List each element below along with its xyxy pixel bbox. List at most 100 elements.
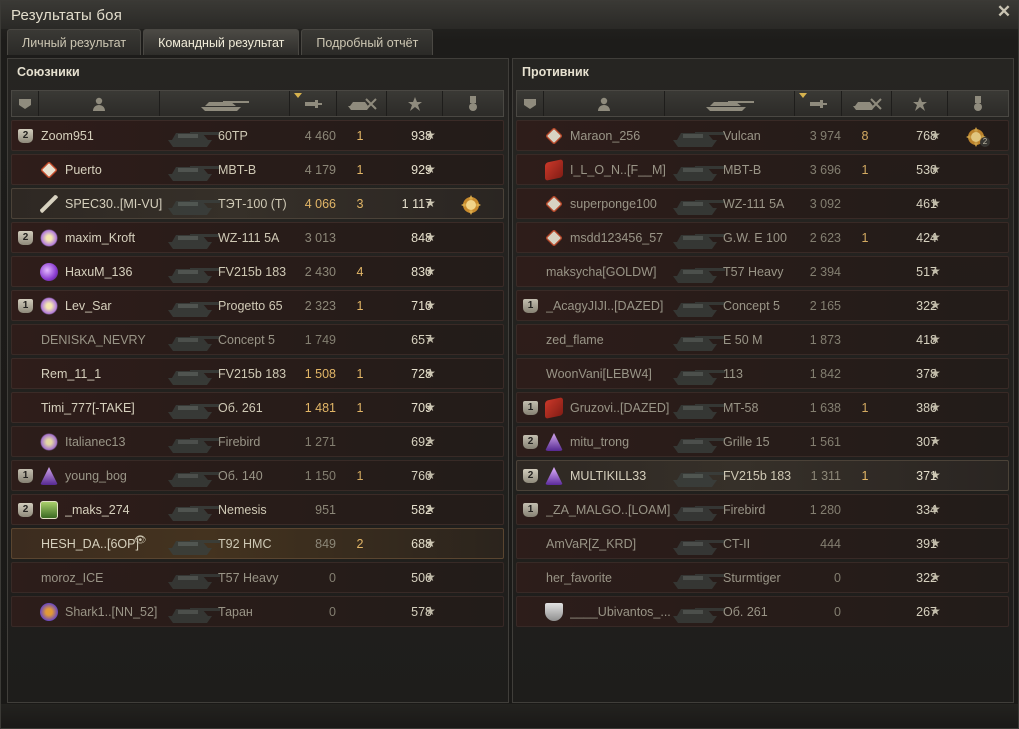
tank-image xyxy=(667,530,729,558)
damage-value: 1 280 xyxy=(809,503,841,517)
frags-header-icon[interactable] xyxy=(337,91,388,116)
player-row[interactable]: 1 Gruzovi..[DAZED] MT-58 1 638 1 386 ★ xyxy=(516,392,1009,423)
squad-header-icon[interactable] xyxy=(517,91,544,116)
player-name: mitu_trong xyxy=(570,435,630,449)
player-row[interactable]: HESH_DA..[6OP] 👁 T92 HMC 849 2 688 ★ xyxy=(11,528,504,559)
player-row[interactable]: Rem_11_1 FV215b 183 1 508 1 728 ★ xyxy=(11,358,504,389)
star-icon: ★ xyxy=(930,570,941,584)
frags-value: 1 xyxy=(356,163,364,177)
damage-value: 1 638 xyxy=(809,401,841,415)
player-name: Timi_777[-TAKE] xyxy=(41,401,135,415)
player-header-icon[interactable] xyxy=(39,91,161,116)
player-row[interactable]: AmVaR[Z_KRD] CT-II 444 391 ★ xyxy=(516,528,1009,559)
star-icon: ★ xyxy=(425,366,436,380)
frags-header-icon[interactable] xyxy=(842,91,893,116)
allies-list: 2 Zoom951 60TP 4 460 1 938 ★ Puerto MBT-B 4 179 1 9… xyxy=(11,120,504,630)
tank-image xyxy=(162,530,224,558)
tab-personal-result[interactable]: Личный результат xyxy=(7,29,142,55)
player-row[interactable]: Shark1..[NN_52] Таран 0 578 ★ xyxy=(11,596,504,627)
damage-value: 1 508 xyxy=(304,367,336,381)
squad-badge: 1 xyxy=(18,299,33,313)
player-row[interactable]: 2 MULTIKILL33 FV215b 183 1 311 1 371 ★ xyxy=(516,460,1009,491)
damage-value: 1 271 xyxy=(304,435,336,449)
player-row[interactable]: 1 _ZA_MALGO..[LOAM] Firebird 1 280 334 ★ xyxy=(516,494,1009,525)
damage-value: 3 696 xyxy=(809,163,841,177)
player-row[interactable]: Italianec13 Firebird 1 271 692 ★ xyxy=(11,426,504,457)
player-row[interactable]: Maraon_256 Vulcan 3 974 8 768 ★ 2 xyxy=(516,120,1009,151)
player-row[interactable]: superponge100 WZ-111 5A 3 092 461 ★ xyxy=(516,188,1009,219)
xp-header-icon[interactable] xyxy=(892,91,949,116)
player-name: AmVaR[Z_KRD] xyxy=(546,537,637,551)
squad-badge: 2 xyxy=(18,129,33,143)
clan-emblem-icon xyxy=(40,195,58,213)
tank-image xyxy=(667,564,729,592)
player-row[interactable]: HaxuM_136 FV215b 183 2 430 4 830 ★ xyxy=(11,256,504,287)
squad-header-icon[interactable] xyxy=(12,91,39,116)
xp-header-icon[interactable] xyxy=(387,91,444,116)
tank-image xyxy=(162,292,224,320)
player-row[interactable]: 1 _AcagyJIJI..[DAZED] Concept 52 165 322 ★ xyxy=(516,290,1009,321)
star-icon: ★ xyxy=(930,332,941,346)
spotted-eye-icon: 👁 xyxy=(134,535,147,546)
player-name: _maks_274 xyxy=(65,503,130,517)
tank-image xyxy=(667,122,729,150)
player-row[interactable]: 2 _maks_274 Nemesis 951 582 ★ xyxy=(11,494,504,525)
allies-title: Союзники xyxy=(17,65,80,79)
clan-emblem-icon xyxy=(545,159,563,181)
damage-value: 1 873 xyxy=(809,333,841,347)
tank-header-icon[interactable] xyxy=(665,91,795,116)
player-row[interactable]: DENISKA_NEVRY Concept 51 749 657 ★ xyxy=(11,324,504,355)
player-name: maksycha[GOLDW] xyxy=(546,265,657,279)
player-name: Rem_11_1 xyxy=(41,367,102,381)
player-row[interactable]: Puerto MBT-B 4 179 1 929 ★ xyxy=(11,154,504,185)
medal-header-icon[interactable] xyxy=(948,91,1008,116)
player-row[interactable]: 2 maxim_Kroft WZ-111 5A 3 013 848 ★ xyxy=(11,222,504,253)
player-row[interactable]: Timi_777[-TAKE] Об. 261 1 481 1 709 ★ xyxy=(11,392,504,423)
damage-header-icon[interactable] xyxy=(795,91,842,116)
frags-value: 1 xyxy=(356,401,364,415)
star-icon: ★ xyxy=(425,536,436,550)
player-row[interactable]: zed_flame E 50 M1 873 418 ★ xyxy=(516,324,1009,355)
damage-value: 3 013 xyxy=(304,231,336,245)
player-row[interactable]: maksycha[GOLDW] T57 Heavy 2 394 517 ★ xyxy=(516,256,1009,287)
player-name: Gruzovi..[DAZED] xyxy=(570,401,670,415)
star-icon: ★ xyxy=(930,264,941,278)
window-title: Результаты боя xyxy=(11,7,123,24)
star-icon: ★ xyxy=(930,604,941,618)
player-row[interactable]: msdd123456_57 G.W. E 100 2 623 1 424 ★ xyxy=(516,222,1009,253)
star-icon: ★ xyxy=(425,196,436,210)
player-name: Shark1..[NN_52] xyxy=(65,605,158,619)
damage-value: 2 430 xyxy=(304,265,336,279)
damage-value: 4 179 xyxy=(304,163,336,177)
tab-team-result[interactable]: Командный результат xyxy=(143,29,300,55)
frags-value: 1 xyxy=(356,469,364,483)
player-header-icon[interactable] xyxy=(544,91,666,116)
tank-image xyxy=(162,122,224,150)
player-row[interactable]: 1 Lev_Sar Progetto 65 2 323 1 710 ★ xyxy=(11,290,504,321)
medal-header-icon[interactable] xyxy=(443,91,503,116)
tank-image xyxy=(667,292,729,320)
damage-value: 1 311 xyxy=(810,469,841,483)
player-row[interactable]: SPEC30..[MI-VU] ТЭТ-100 (Т) 4 066 3 1 117 ★ xyxy=(11,188,504,219)
player-row[interactable]: her_favorite Sturmtiger 0 322 ★ xyxy=(516,562,1009,593)
tank-header-icon[interactable] xyxy=(160,91,290,116)
tank-image xyxy=(667,224,729,252)
player-name: young_bog xyxy=(65,469,127,483)
player-row[interactable]: 2 Zoom951 60TP 4 460 1 938 ★ xyxy=(11,120,504,151)
player-row[interactable]: I_L_O_N..[F__M] MBT-B 3 696 1 530 ★ xyxy=(516,154,1009,185)
medal-icon[interactable] xyxy=(460,194,482,216)
star-icon: ★ xyxy=(930,196,941,210)
close-icon[interactable]: ✕ xyxy=(996,3,1012,20)
tab-detailed-report[interactable]: Подробный отчёт xyxy=(301,29,434,55)
tank-image xyxy=(162,258,224,286)
player-row[interactable]: 1 young_bog Об. 140 1 150 1 760 ★ xyxy=(11,460,504,491)
clan-emblem-icon xyxy=(545,127,563,145)
damage-value: 0 xyxy=(329,605,336,619)
damage-header-icon[interactable] xyxy=(290,91,337,116)
tank-image xyxy=(667,394,729,422)
tank-image xyxy=(667,598,729,626)
player-row[interactable]: ____Ubivantos_... Об. 261 0 267 ★ xyxy=(516,596,1009,627)
player-row[interactable]: 2 mitu_trong Grille 15 1 561 307 ★ xyxy=(516,426,1009,457)
player-row[interactable]: WoonVani[LEBW4] 113 1 842 378 ★ xyxy=(516,358,1009,389)
player-row[interactable]: moroz_ICE T57 Heavy 0 506 ★ xyxy=(11,562,504,593)
